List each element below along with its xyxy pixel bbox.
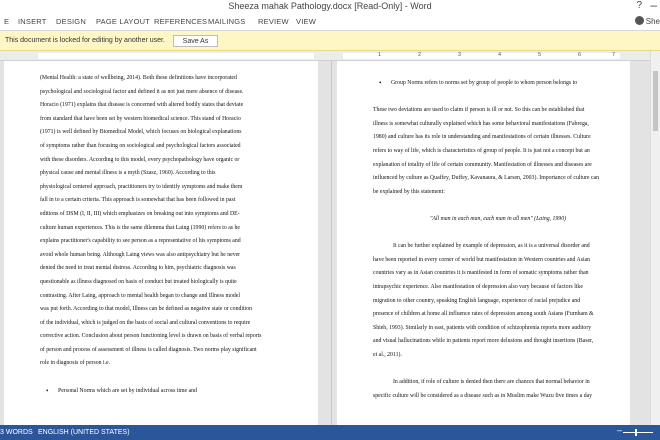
horizontal-ruler: 1 2 3 4 5 6 7 [0,51,650,61]
text-line: with these disorders. According to this … [40,156,240,163]
text-line: illness is somewhat culturally explained… [373,120,589,127]
text-line: was put forth. According to that model, … [40,306,253,313]
text-line: editions of DSM (I, II, III) which empha… [40,210,240,217]
text-line: migration to other country, speaking Eng… [373,297,581,304]
text-line: specific culture will be considered as a… [373,392,593,399]
bullet-item: Group Norms refers to norms set by group… [373,77,623,91]
language-indicator[interactable]: ENGLISH (UNITED STATES) [38,429,130,436]
tab-mailings[interactable]: MAILINGS [208,17,245,26]
ruler-number: 7 [612,52,616,58]
document-area[interactable]: 1 2 3 4 5 6 7 (Mental Health: a state of… [0,51,650,425]
window-title: Sheeza mahak Pathology.docx [Read-Only] … [228,1,432,11]
text-line: avoid whole human being. Although Laing … [40,251,241,258]
ruler-number: 6 [578,52,582,58]
word-count[interactable]: 3 WORDS [0,429,33,436]
zoom-slider[interactable]: – [617,425,657,437]
quote-line: "All man in each man, each man in all me… [429,215,567,222]
title-bar: Sheeza mahak Pathology.docx [Read-Only] … [0,0,660,14]
text-line: Shieh, 1993). Similarly in east, patient… [373,324,592,331]
tab-design[interactable]: DESIGN [56,17,86,26]
vertical-scrollbar[interactable] [650,51,660,425]
text-line: Horacio (1971) explains that disease is … [40,102,244,109]
text-line: role in diagnosis of person i.e. [40,360,111,367]
bullet-item: Personal Norms which are set by individu… [40,385,312,399]
zoom-track[interactable] [623,432,653,433]
text-line: refers to way of life, which is characte… [373,147,590,154]
person-icon [634,16,644,25]
text-line: influenced by culture as Quaffey, Duffey… [373,175,599,182]
zoom-out-icon[interactable]: – [617,425,622,435]
text-line: from standard that have been set by west… [40,115,241,122]
text-line: have been reported in every corner of wo… [373,256,591,263]
right-page-text: Group Norms refers to norms set by group… [373,77,623,403]
text-line: intrapsychic experience. Also manifestat… [373,283,583,290]
text-line: denied the need to treat mental distress… [40,265,236,272]
share-label: She [645,17,660,26]
text-line: explanation of totality of life of certa… [373,161,592,168]
left-page-text: (Mental Health: a state of wellbeing, 20… [40,72,312,398]
text-line: culture human experiences. This is the s… [40,224,240,231]
save-as-button[interactable]: Save As [173,35,218,47]
page-divider [331,61,332,425]
ruler-number: 2 [418,52,422,58]
text-line: contrasting. After Laing, approach to me… [40,292,240,299]
text-line: (Mental Health: a state of wellbeing, 20… [40,75,237,81]
text-line: explains practitioner's capability to se… [40,238,241,245]
text-line: presence of children at home all influen… [373,311,594,318]
text-line: and visual hallucinations while in patie… [373,338,594,345]
text-line: et al., 2011). [373,351,402,358]
text-line: countries vary as in Asian countries it … [373,270,589,277]
scrollbar-thumb[interactable] [653,71,658,131]
infobar-message: This document is locked for editing by a… [5,37,165,44]
text-line: fall in to a certain criteria. This appr… [40,197,236,204]
share-button[interactable]: She [634,16,660,26]
page-left[interactable]: (Mental Health: a state of wellbeing, 20… [4,61,318,425]
ruler-number: 4 [498,52,502,58]
text-line: questionable as illness diagnosed on bas… [40,278,237,285]
status-bar: 3 WORDS ENGLISH (UNITED STATES) – [0,425,660,440]
tab-review[interactable]: REVIEW [258,17,289,26]
help-icon[interactable]: ? [636,0,642,11]
text-line: physical cause and mental illness is a m… [40,170,216,177]
text-line: These two deviations are used to claim i… [373,107,585,114]
text-line: psychological and sociological factor an… [40,88,244,95]
ruler-number: 3 [458,52,462,58]
zoom-knob[interactable] [635,429,637,436]
tab-references[interactable]: REFERENCES [154,17,207,26]
tab-page-layout[interactable]: PAGE LAYOUT [96,17,150,26]
text-line: (1971) is well defined by Biomedical Mod… [40,129,242,136]
tab-file[interactable]: E [4,17,9,26]
text-line: physiological centered approach, practit… [40,183,243,190]
read-only-infobar: This document is locked for editing by a… [0,31,660,51]
text-line: be explained by this statement: [373,188,445,195]
minimize-button[interactable]: – [650,0,657,12]
text-line: corrective action. Conclusion about pers… [40,333,262,340]
text-line: It can be further explained by example o… [393,243,590,250]
text-line: In addition, if role of culture is denie… [393,379,590,386]
ribbon-tabs: E INSERT DESIGN PAGE LAYOUT REFERENCES M… [0,14,660,30]
text-line: of person and process of assessment of i… [40,346,257,353]
ruler-number: 5 [538,52,542,58]
text-line: 1980) and culture has its role in unders… [373,134,591,141]
text-line: of symptoms rather than focusing on soci… [40,142,241,149]
text-line: of the individual, which is judged on th… [40,319,251,326]
ruler-number: 1 [378,52,382,58]
ruler-band-left [38,53,314,59]
page-right[interactable]: Group Norms refers to norms set by group… [337,61,630,425]
tab-insert[interactable]: INSERT [18,17,47,26]
tab-view[interactable]: VIEW [296,17,316,26]
